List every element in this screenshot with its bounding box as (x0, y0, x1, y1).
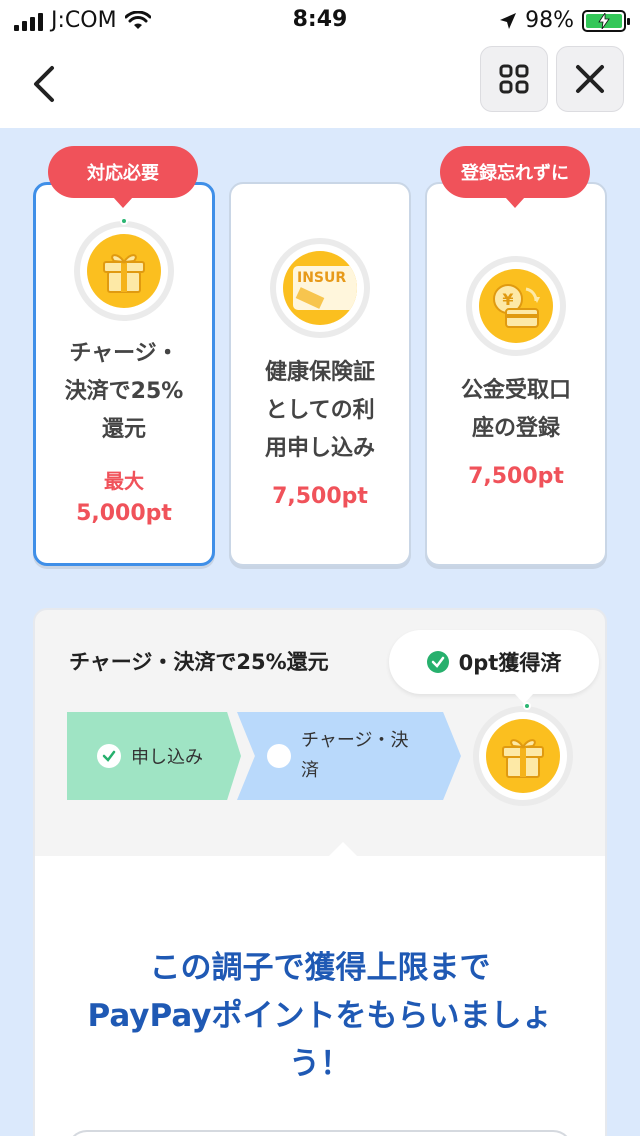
card-title: 健康保険証 としての利 用申し込み (264, 360, 375, 461)
step-label: 申し込み (131, 747, 203, 768)
yen-icon-ring: ¥ (466, 256, 566, 356)
check-icon (97, 744, 121, 768)
insurance-card-text: INSUR (297, 270, 347, 286)
nav-bar (0, 40, 640, 128)
card-title: 公金受取口 座の登録 (460, 378, 571, 441)
promo-section: この調子で獲得上限まで PayPayポイントをもらいましょ う！ (35, 856, 605, 1136)
task-card-public-account[interactable]: ¥ 公金受取口 座の登録 7,500pt (425, 182, 607, 566)
panel-title: チャージ・決済で25%還元 (69, 650, 329, 674)
progress-dot (120, 217, 128, 225)
card-title: チャージ・ 決済で25% 還元 (64, 341, 184, 442)
insurance-card-icon: INSUR (283, 251, 357, 325)
yen-card-icon: ¥ (479, 269, 553, 343)
task-card-health-insurance[interactable]: INSUR 健康保険証 としての利 用申し込み 7,500pt (229, 182, 411, 566)
step-apply: 申し込み (67, 712, 241, 800)
main-content: チャージ・ 決済で25% 還元 最大 5,000pt 対応必要 INSUR 健康… (0, 128, 640, 1136)
insurance-icon-ring: INSUR (270, 238, 370, 338)
chevron-left-icon (34, 66, 54, 102)
step-charge-payment: チャージ・決済 (237, 712, 461, 800)
grid-menu-button[interactable] (480, 46, 548, 112)
close-icon (576, 65, 604, 93)
location-arrow-icon (500, 12, 517, 29)
gift-icon (87, 234, 161, 308)
promo-message: この調子で獲得上限まで PayPayポイントをもらいましょ う！ (87, 950, 553, 1082)
card-points: 7,500pt (272, 484, 368, 509)
charging-bolt-icon (598, 12, 610, 29)
back-button[interactable] (20, 60, 68, 108)
battery-icon (582, 9, 630, 32)
badge-dont-forget: 登録忘れずに (440, 146, 590, 198)
badge-action-required: 対応必要 (48, 146, 198, 198)
card-points: 5,000pt (76, 501, 172, 526)
battery-percent: 98% (525, 8, 574, 33)
card-points: 7,500pt (468, 464, 564, 489)
earned-points-text: 0pt獲得済 (458, 651, 562, 675)
task-card-charge-payment[interactable]: チャージ・ 決済で25% 還元 最大 5,000pt (33, 182, 215, 566)
gift-icon (486, 719, 560, 793)
step-label: チャージ・決済 (301, 730, 409, 781)
close-button[interactable] (556, 46, 624, 112)
gift-icon-ring (74, 221, 174, 321)
card-max-label: 最大 (104, 469, 144, 493)
yen-symbol: ¥ (502, 290, 513, 309)
earned-points-bubble: 0pt獲得済 (389, 630, 599, 704)
empty-circle-icon (267, 744, 291, 768)
grid-icon (499, 64, 529, 94)
goal-gift-ring (473, 706, 573, 806)
bottom-field[interactable] (67, 1130, 573, 1136)
status-right: 98% (499, 8, 630, 33)
detail-panel: チャージ・決済で25%還元 0pt獲得済 申し込み チャージ・決済 この調子で獲… (33, 608, 607, 1136)
progress-dot (523, 702, 531, 710)
check-circle-icon (426, 651, 449, 673)
status-bar: J:COM 8:49 98% (0, 0, 640, 40)
